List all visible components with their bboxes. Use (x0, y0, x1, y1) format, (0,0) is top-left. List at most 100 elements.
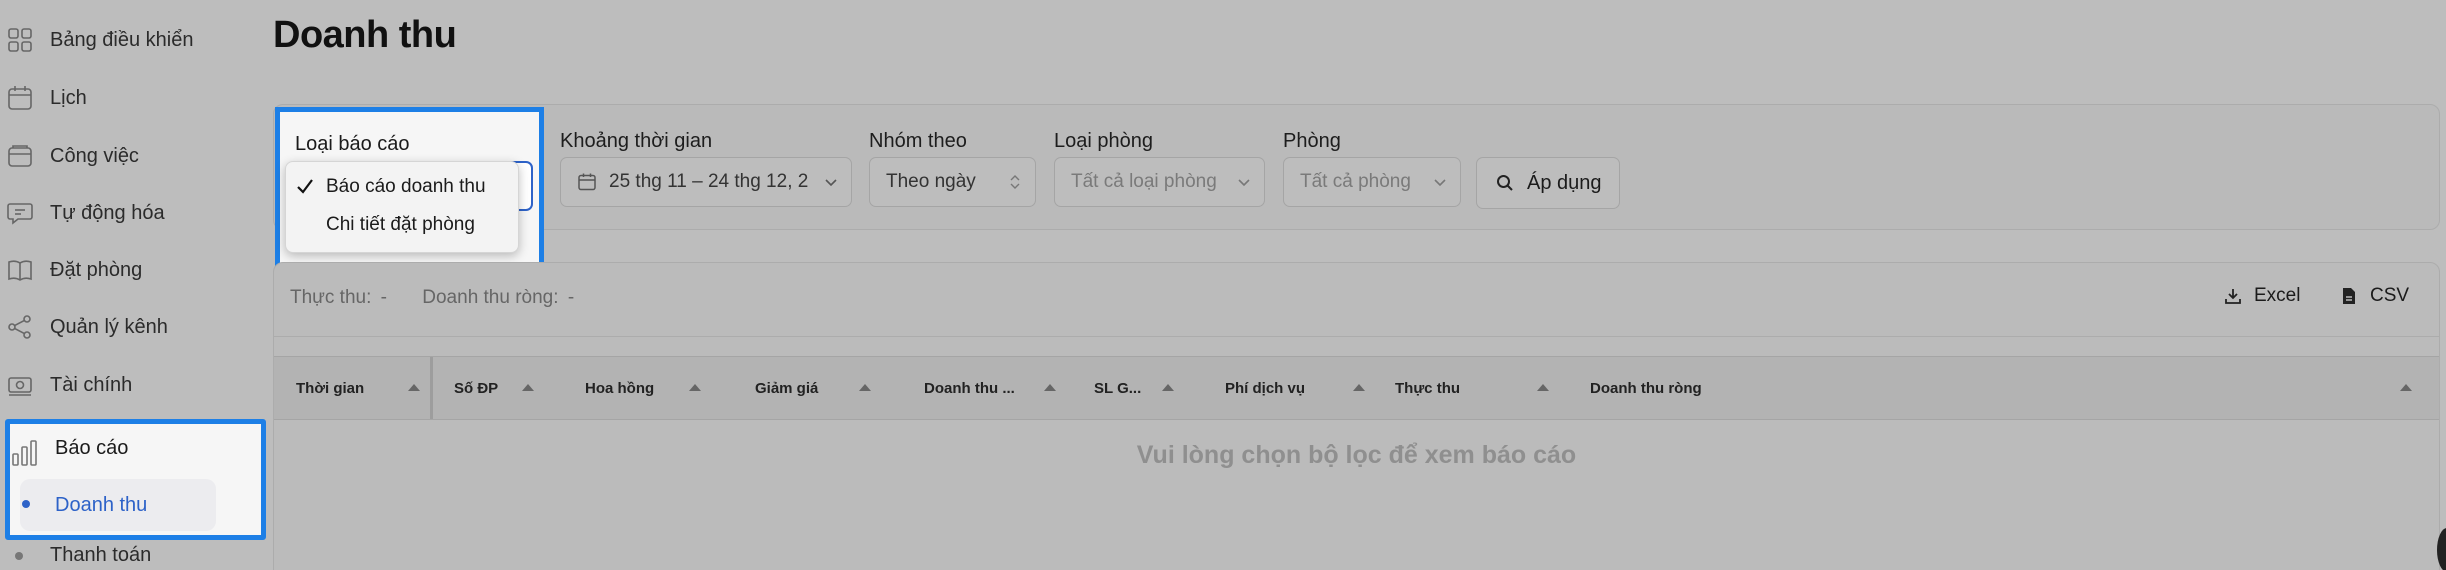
sidebar-item-bookings[interactable]: Đặt phòng (0, 248, 250, 292)
file-icon (2343, 288, 2355, 304)
date-range-value: 25 thg 11 – 24 thg 12, 2 (609, 171, 809, 192)
search-icon (1497, 175, 1513, 191)
sidebar-item-dashboard[interactable]: Bảng điều khiển (0, 18, 250, 62)
room-label: Phòng (1283, 130, 1341, 152)
actual-revenue-label: Thực thu: (290, 287, 372, 308)
share-icon (6, 313, 34, 341)
column-header-service-fee[interactable]: Phí dịch vụ (1225, 357, 1395, 419)
sort-icon (859, 384, 871, 391)
report-type-highlight: Loại báo cáo Báo cáo doanh thu Chi tiết … (275, 107, 544, 273)
option-booking-details[interactable]: Chi tiết đặt phòng (286, 205, 520, 243)
column-label: Thực thu (1395, 379, 1461, 397)
table-header: Thời gian Số ĐP Hoa hồng Giảm giá Doanh … (274, 356, 2439, 420)
sidebar-subitem-label: Thanh toán (50, 544, 152, 566)
sidebar: Bảng điều khiển Lịch Công việc Tự động h… (0, 0, 270, 570)
room-type-placeholder: Tất cả loại phòng (1071, 171, 1217, 192)
active-dot (22, 500, 30, 508)
bar-chart-icon (10, 438, 40, 468)
column-label: Hoa hồng (585, 379, 655, 397)
sidebar-item-finance[interactable]: Tài chính (0, 363, 250, 407)
column-header-bookings[interactable]: Số ĐP (454, 357, 564, 419)
chat-automation-icon (6, 199, 34, 227)
option-label: Chi tiết đặt phòng (326, 214, 475, 235)
column-label: Doanh thu ròng (1590, 379, 1702, 397)
report-card: Thực thu: - Doanh thu ròng: - Excel CSV … (273, 262, 2440, 570)
option-label: Báo cáo doanh thu (326, 176, 486, 197)
sidebar-item-label: Đặt phòng (50, 258, 143, 281)
group-by-label: Nhóm theo (869, 130, 967, 152)
divider (274, 336, 2439, 337)
group-by-select[interactable]: Theo ngày (869, 157, 1036, 207)
calendar-icon (578, 173, 596, 191)
sidebar-item-channel-manager[interactable]: Quản lý kênh (0, 305, 250, 349)
net-revenue-value: - (567, 287, 575, 308)
export-csv-label: CSV (2370, 285, 2410, 306)
room-type-label: Loại phòng (1054, 130, 1153, 152)
room-type-select[interactable]: Tất cả loại phòng (1054, 157, 1265, 207)
sidebar-item-label: Quản lý kênh (50, 315, 168, 338)
column-header-guests[interactable]: SL G... (1094, 357, 1224, 419)
column-label: Số ĐP (454, 379, 499, 397)
sidebar-item-label: Công việc (50, 144, 139, 167)
report-type-menu: Báo cáo doanh thu Chi tiết đặt phòng (285, 161, 519, 253)
updown-chevron-icon (1010, 175, 1020, 189)
reports-highlight: Báo cáo Doanh thu (5, 419, 266, 540)
book-icon (6, 256, 34, 284)
column-header-net-revenue[interactable]: Doanh thu ròng (1590, 357, 2430, 419)
sort-icon (1537, 384, 1549, 391)
net-revenue-label: Doanh thu ròng: (422, 287, 559, 308)
sort-icon (408, 384, 420, 391)
sidebar-item-label: Bảng điều khiển (50, 28, 194, 51)
sidebar-item-tasks[interactable]: Công việc (0, 134, 250, 178)
checkmark-icon (297, 179, 313, 194)
sidebar-item-automation[interactable]: Tự động hóa (0, 191, 250, 235)
chevron-down-icon (1434, 179, 1446, 187)
sidebar-item-calendar[interactable]: Lịch (0, 76, 250, 120)
download-icon (2225, 289, 2241, 304)
sort-icon (1044, 384, 1056, 391)
apply-button[interactable]: Áp dụng (1476, 157, 1620, 209)
room-select[interactable]: Tất cả phòng (1283, 157, 1461, 207)
bullet-dot (15, 552, 23, 560)
sidebar-item-label: Tài chính (50, 373, 133, 396)
report-type-label: Loại báo cáo (295, 133, 410, 155)
apply-label: Áp dụng (1527, 171, 1602, 194)
group-by-value: Theo ngày (886, 171, 976, 192)
money-icon (6, 371, 34, 399)
sidebar-subitem-label: Doanh thu (55, 494, 148, 516)
sidebar-item-label: Lịch (50, 86, 87, 109)
column-header-actual-revenue[interactable]: Thực thu (1395, 357, 1555, 419)
room-placeholder: Tất cả phòng (1300, 171, 1411, 192)
page-title: Doanh thu (273, 14, 457, 56)
sort-icon (1353, 384, 1365, 391)
export-excel-button[interactable]: Excel (2224, 285, 2300, 307)
calendar-icon (6, 84, 34, 112)
empty-state-message: Vui lòng chọn bộ lọc để xem báo cáo (1136, 441, 1577, 469)
column-label: Phí dịch vụ (1225, 379, 1306, 397)
sort-icon (522, 384, 534, 391)
summary-row: Thực thu: - Doanh thu ròng: - (290, 287, 578, 309)
column-header-commission[interactable]: Hoa hồng (585, 357, 725, 419)
option-revenue-report[interactable]: Báo cáo doanh thu (286, 167, 520, 205)
dashboard-icon (6, 26, 34, 54)
actual-revenue-value: - (380, 287, 387, 308)
column-label: SL G... (1094, 379, 1142, 397)
column-resize-handle[interactable] (430, 357, 433, 419)
sidebar-item-reports[interactable]: Báo cáo (55, 437, 128, 460)
export-csv-button[interactable]: CSV (2340, 285, 2409, 307)
column-header-discount[interactable]: Giảm giá (755, 357, 895, 419)
export-excel-label: Excel (2254, 285, 2301, 306)
tasks-icon (6, 142, 34, 170)
column-header-revenue[interactable]: Doanh thu ... (924, 357, 1074, 419)
sort-icon (1162, 384, 1174, 391)
column-label: Doanh thu ... (924, 379, 1015, 397)
sort-icon (689, 384, 701, 391)
column-label: Giảm giá (755, 379, 819, 397)
date-range-picker[interactable]: 25 thg 11 – 24 thg 12, 2 (560, 157, 852, 207)
sidebar-subitem-payments[interactable]: Thanh toán (0, 534, 250, 570)
sidebar-item-label: Tự động hóa (50, 201, 165, 224)
sort-icon (2400, 384, 2412, 391)
column-header-time[interactable]: Thời gian (296, 357, 426, 419)
chevron-down-icon (1238, 179, 1250, 187)
chevron-down-icon (823, 174, 839, 190)
